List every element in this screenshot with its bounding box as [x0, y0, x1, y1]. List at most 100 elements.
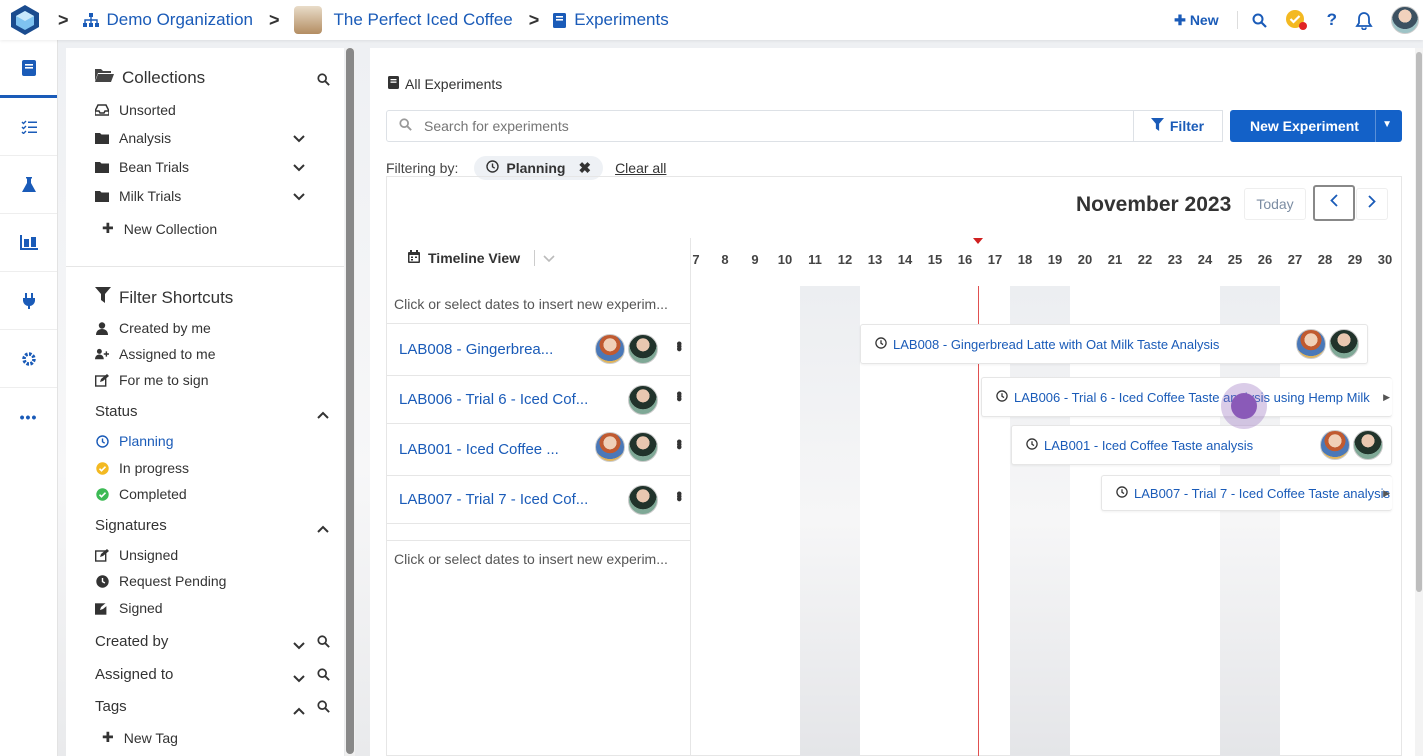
caret-down-icon[interactable]: ▼: [1382, 119, 1392, 130]
next-month-button[interactable]: [1356, 188, 1388, 220]
experiment-row-name[interactable]: LAB006 - Trial 6 - Iced Cof...: [399, 391, 588, 408]
divider: [1375, 110, 1376, 142]
experiment-row-name[interactable]: LAB008 - Gingerbrea...: [399, 341, 553, 358]
sidebar-scrollbar[interactable]: [345, 48, 355, 756]
insert-hint-bottom[interactable]: Click or select dates to insert new expe…: [394, 551, 668, 567]
nav-more-icon[interactable]: •••: [0, 388, 57, 446]
sidebar-scroll-thumb[interactable]: [346, 48, 354, 754]
timeline-event-label: LAB007 - Trial 7 - Iced Coffee Taste ana…: [1134, 485, 1391, 501]
tags-section[interactable]: Tags: [95, 698, 127, 715]
help-icon[interactable]: ?: [1327, 10, 1337, 30]
collection-milk-trials[interactable]: Milk Trials: [95, 188, 181, 204]
avatar: [595, 334, 625, 364]
nav-flask-icon[interactable]: [0, 156, 57, 214]
clear-all-link[interactable]: Clear all: [615, 160, 666, 176]
experiment-search-input[interactable]: [424, 118, 1024, 134]
signature-signed[interactable]: Signed: [95, 600, 163, 616]
main-scrollbar[interactable]: [1415, 48, 1423, 756]
collection-analysis[interactable]: Analysis: [95, 130, 171, 146]
kebab-menu-icon[interactable]: •••: [669, 391, 687, 399]
collection-unsorted[interactable]: Unsorted: [95, 102, 176, 118]
status-completed[interactable]: Completed: [95, 486, 187, 502]
created-by-search-icon[interactable]: [317, 635, 330, 653]
chevron-up-icon[interactable]: [293, 704, 305, 718]
experiment-row[interactable]: LAB008 - Gingerbrea... •••: [387, 323, 690, 376]
chevron-down-icon[interactable]: [293, 161, 305, 175]
filter-shortcuts-title: Filter Shortcuts: [95, 287, 233, 308]
status-planning[interactable]: Planning: [95, 433, 174, 449]
experiment-row-name[interactable]: LAB001 - Iced Coffee ...: [399, 441, 559, 458]
experiment-row[interactable]: LAB001 - Iced Coffee ... •••: [387, 424, 690, 476]
timeline-event-lab007[interactable]: LAB007 - Trial 7 - Iced Coffee Taste ana…: [1101, 475, 1392, 511]
day-label: 29: [1347, 252, 1363, 267]
assigned-to-section[interactable]: Assigned to: [95, 666, 173, 683]
collection-bean-trials[interactable]: Bean Trials: [95, 159, 189, 175]
shortcut-created-by-me[interactable]: Created by me: [95, 320, 211, 336]
prev-month-button[interactable]: [1313, 185, 1355, 221]
timeline-event-lab008[interactable]: LAB008 - Gingerbread Latte with Oat Milk…: [860, 324, 1368, 364]
user-avatar[interactable]: [1391, 6, 1419, 34]
weekend-column: [800, 286, 860, 756]
tags-search-icon[interactable]: [317, 700, 330, 718]
day-label: 30: [1377, 252, 1393, 267]
shortcut-assigned-to-me[interactable]: Assigned to me: [95, 346, 216, 362]
chevron-down-icon[interactable]: [543, 250, 555, 266]
assigned-to-search-icon[interactable]: [317, 668, 330, 686]
search-icon[interactable]: [1252, 13, 1267, 28]
experiment-row-name[interactable]: LAB007 - Trial 7 - Iced Cof...: [399, 491, 588, 508]
chevron-down-icon[interactable]: [293, 190, 305, 204]
chevron-down-icon[interactable]: [293, 639, 305, 653]
kebab-menu-icon[interactable]: •••: [669, 341, 687, 349]
main-scroll-thumb[interactable]: [1416, 52, 1422, 592]
breadcrumb-section[interactable]: Experiments: [574, 10, 668, 30]
nav-settings-icon[interactable]: [0, 330, 57, 388]
chevron-down-icon[interactable]: [293, 672, 305, 686]
status-in-progress[interactable]: In progress: [95, 460, 189, 476]
chevron-right-icon: >: [58, 9, 69, 30]
nav-experiments-icon[interactable]: [0, 40, 57, 98]
chevron-up-icon[interactable]: [317, 408, 329, 422]
day-label: 28: [1317, 252, 1333, 267]
nav-plugin-icon[interactable]: [0, 272, 57, 330]
new-collection-button[interactable]: ✚ New Collection: [102, 220, 217, 237]
filter-button[interactable]: Filter: [1133, 110, 1223, 142]
experiment-row[interactable]: LAB006 - Trial 6 - Iced Cof... •••: [387, 376, 690, 424]
kebab-menu-icon[interactable]: •••: [669, 439, 687, 447]
clock-filled-icon: [95, 574, 109, 588]
experiment-search-box: [386, 110, 1134, 142]
new-button[interactable]: ✚ New: [1174, 12, 1219, 29]
created-by-section[interactable]: Created by: [95, 633, 168, 650]
day-label: 13: [867, 252, 883, 267]
nav-inventory-icon[interactable]: [0, 214, 57, 272]
timeline-event-lab006[interactable]: LAB006 - Trial 6 - Iced Coffee Taste ana…: [981, 377, 1392, 417]
breadcrumb-org[interactable]: Demo Organization: [107, 10, 253, 30]
signature-unsigned[interactable]: Unsigned: [95, 547, 178, 563]
insert-hint-top[interactable]: Click or select dates to insert new expe…: [394, 296, 668, 312]
app-logo-icon[interactable]: [8, 3, 42, 37]
bell-icon[interactable]: [1355, 11, 1373, 30]
today-button[interactable]: Today: [1244, 188, 1306, 220]
clock-icon: [1026, 437, 1038, 453]
status-label: In progress: [119, 460, 190, 476]
tasks-check-icon[interactable]: [1285, 9, 1309, 31]
timeline-event-lab001[interactable]: LAB001 - Iced Coffee Taste analysis: [1011, 425, 1392, 465]
signature-request-pending[interactable]: Request Pending: [95, 573, 226, 589]
experiment-row[interactable]: LAB007 - Trial 7 - Iced Cof... •••: [387, 476, 690, 524]
nav-tasks-icon[interactable]: [0, 98, 57, 156]
avatar: [1353, 430, 1383, 460]
new-experiment-button[interactable]: New Experiment ▼: [1230, 110, 1402, 142]
signature-label: Request Pending: [119, 573, 227, 589]
day-label: 27: [1287, 252, 1303, 267]
timeline-view-selector[interactable]: Timeline View: [408, 250, 555, 266]
day-label: 25: [1227, 252, 1243, 267]
breadcrumb-project[interactable]: The Perfect Iced Coffee: [334, 10, 513, 30]
chevron-down-icon[interactable]: [293, 132, 305, 146]
new-tag-button[interactable]: ✚ New Tag: [102, 729, 178, 746]
chevron-up-icon[interactable]: [317, 522, 329, 536]
kebab-menu-icon[interactable]: •••: [669, 491, 687, 499]
close-icon[interactable]: ✖: [578, 159, 591, 177]
day-label: 22: [1137, 252, 1153, 267]
shortcut-for-me-to-sign[interactable]: For me to sign: [95, 372, 208, 388]
new-collection-label: New Collection: [123, 220, 218, 237]
collections-search-icon[interactable]: [317, 73, 330, 91]
